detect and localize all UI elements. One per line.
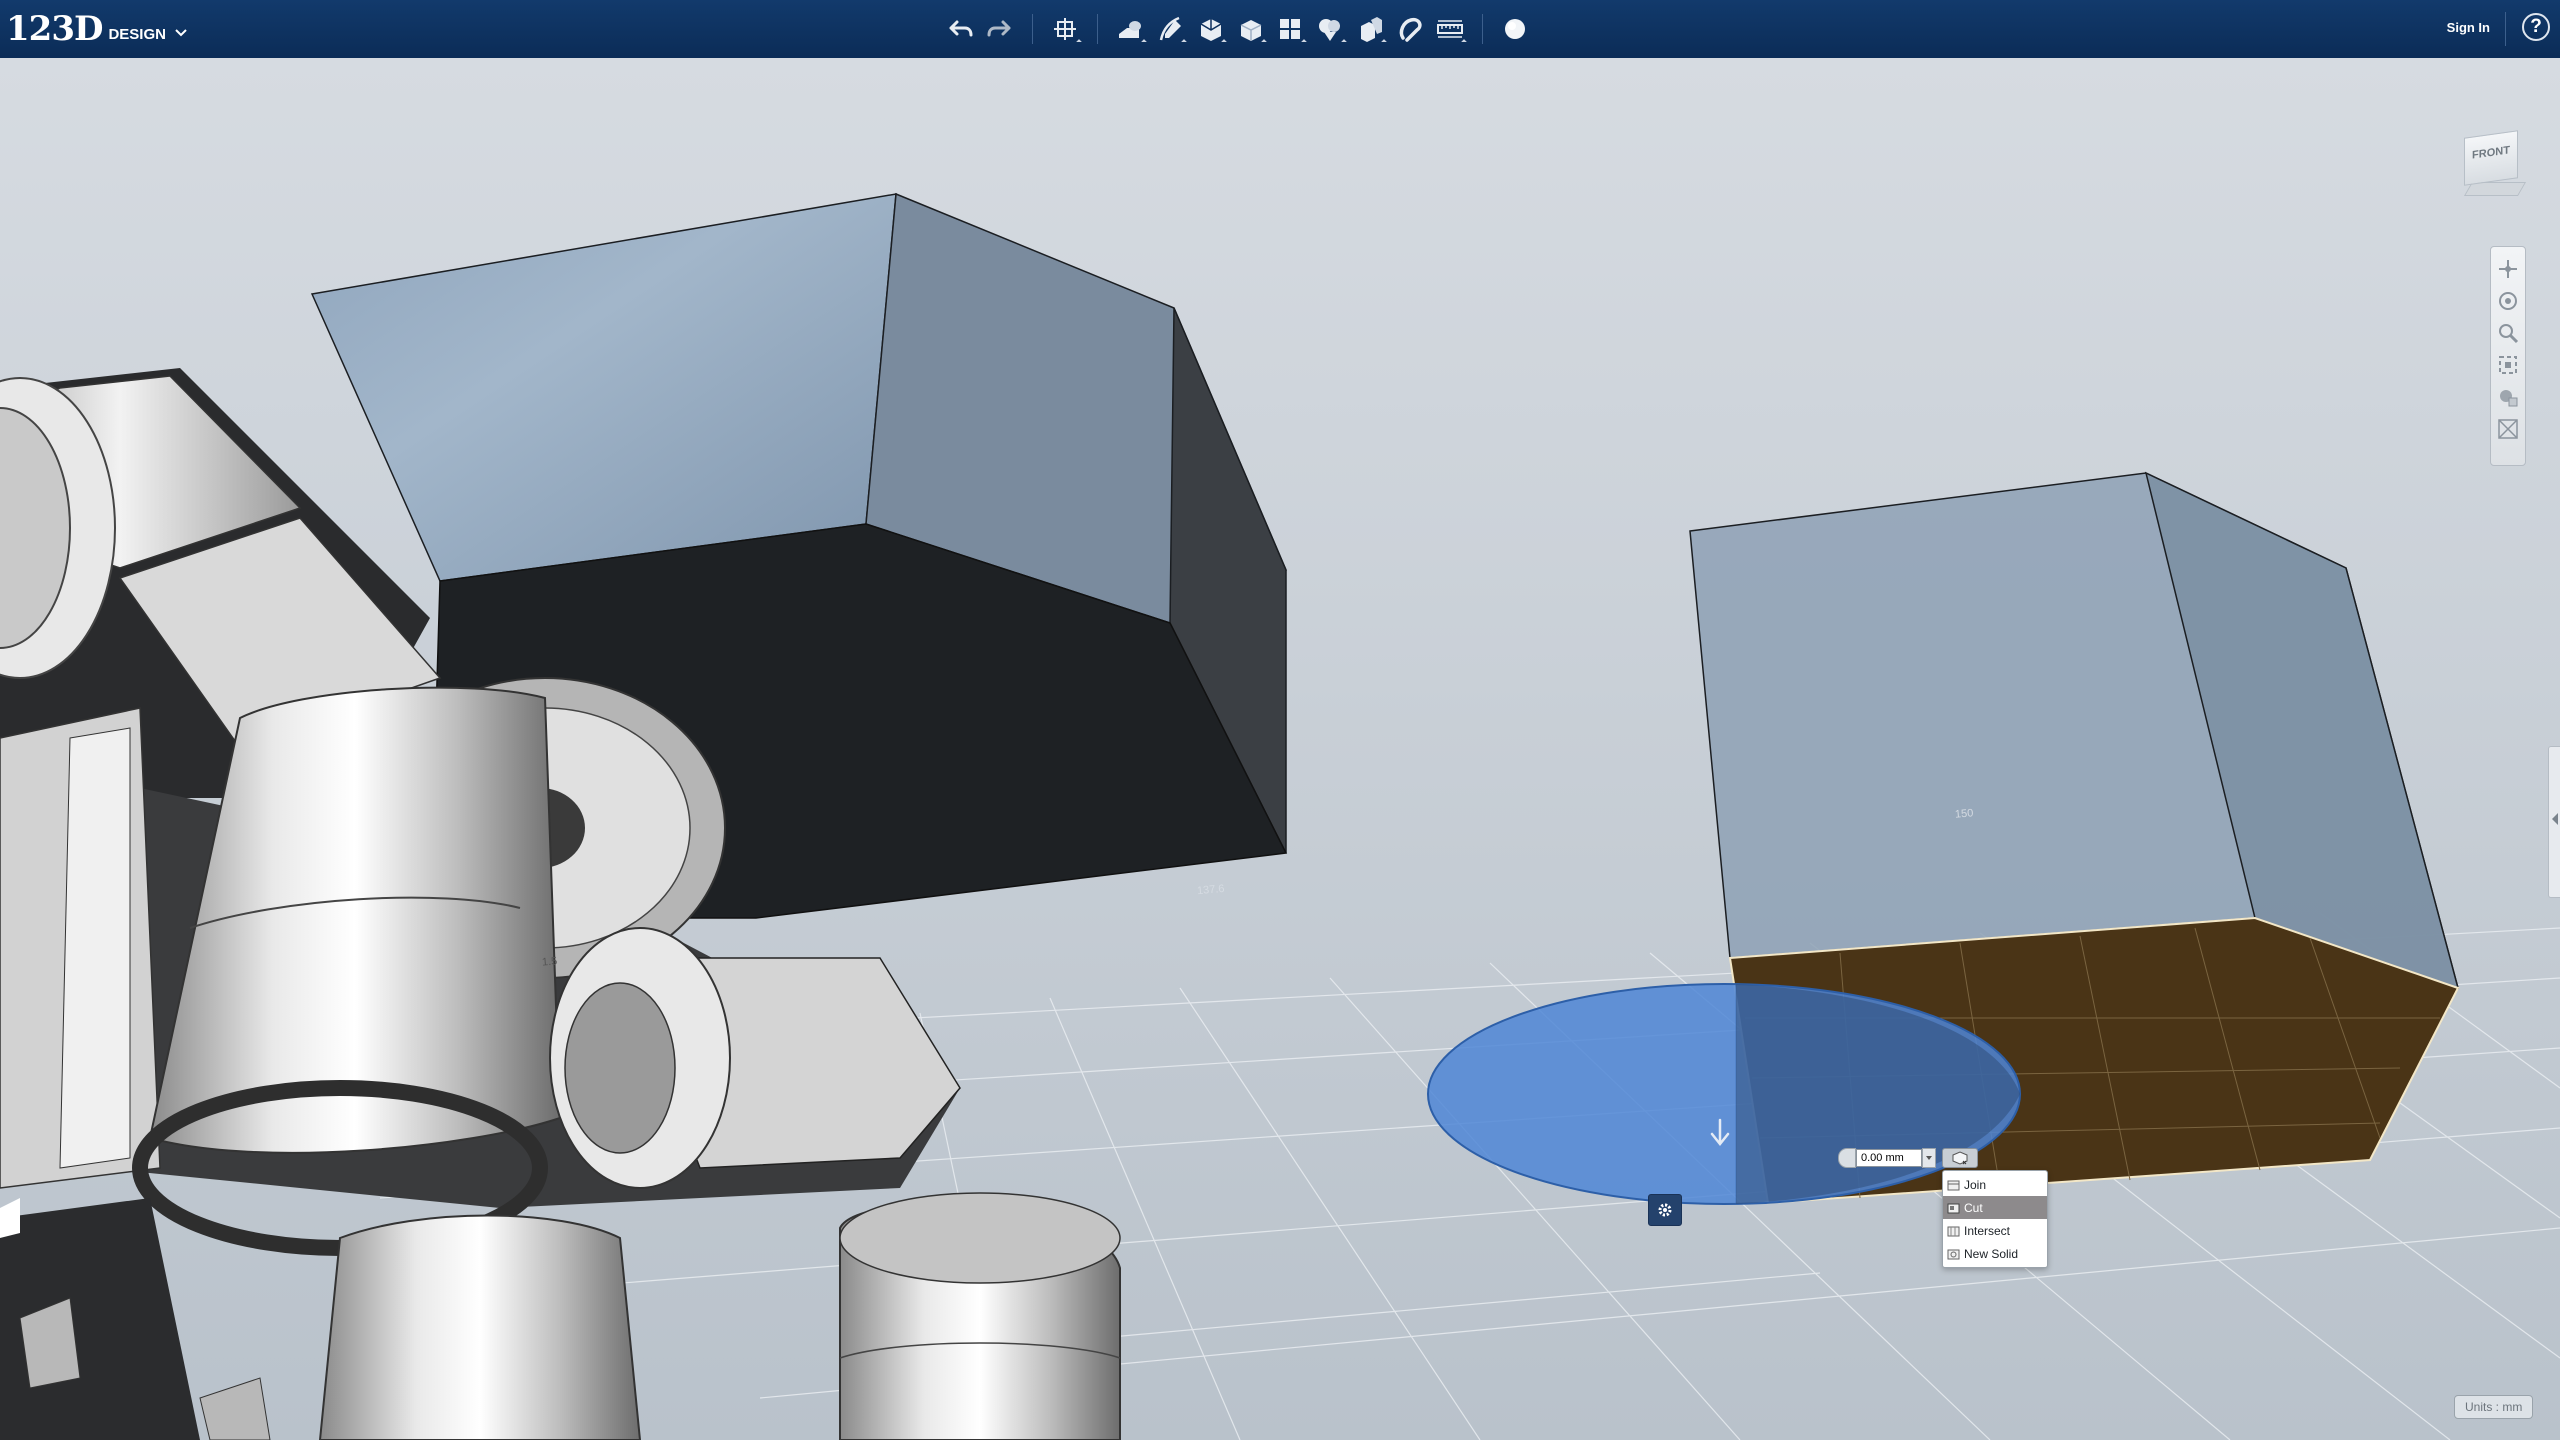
gear-icon	[1658, 1203, 1672, 1217]
dimension-label: 1.5	[541, 955, 558, 969]
side-panel-toggle[interactable]	[2548, 746, 2560, 898]
view-cube-label: FRONT	[2472, 144, 2510, 162]
zoom-button[interactable]	[2494, 317, 2522, 349]
grouping-button[interactable]	[1310, 10, 1350, 48]
distance-dropdown[interactable]	[1922, 1148, 1936, 1168]
menu-item-label: Join	[1964, 1177, 1987, 1192]
snap-icon	[1399, 17, 1422, 42]
visibility-icon	[2498, 419, 2518, 439]
operation-menu: Join Cut Intersect New Solid	[1942, 1170, 2048, 1268]
extrude-distance-widget	[1838, 1148, 1978, 1168]
primitives-icon	[1119, 21, 1141, 38]
join-icon	[1947, 1180, 1960, 1191]
view-icon	[2500, 390, 2518, 407]
primitives-button[interactable]	[1110, 10, 1150, 48]
toolbar-divider	[1482, 14, 1483, 44]
drag-handle[interactable]	[1838, 1148, 1856, 1168]
top-toolbar: 123D DESIGN Sign In ?	[0, 0, 2560, 59]
view-cube[interactable]: FRONT	[2458, 128, 2527, 200]
menu-item-join[interactable]: Join	[1943, 1173, 2047, 1196]
orbit-icon	[2499, 292, 2517, 310]
toolbar-divider	[1032, 14, 1033, 44]
material-button[interactable]	[1495, 10, 1535, 48]
transform-button[interactable]	[1045, 10, 1085, 48]
construct-icon	[1200, 19, 1222, 41]
settings-button[interactable]	[1648, 1194, 1682, 1226]
redo-button[interactable]	[980, 10, 1020, 48]
modify-button[interactable]	[1230, 10, 1270, 48]
view-button[interactable]	[2494, 381, 2522, 413]
redo-icon	[987, 20, 1011, 37]
grouping-icon	[1319, 19, 1340, 41]
distance-input[interactable]	[1856, 1149, 1922, 1167]
sketch-icon	[1159, 16, 1181, 41]
fit-button[interactable]	[2494, 349, 2522, 381]
transform-icon	[1054, 18, 1076, 40]
visibility-button[interactable]	[2494, 413, 2522, 445]
operation-mode-button[interactable]	[1942, 1148, 1978, 1168]
menu-item-label: New Solid	[1964, 1246, 2019, 1261]
measure-button[interactable]	[1430, 10, 1470, 48]
sketch-circle[interactable]	[1427, 983, 2021, 1205]
zoom-icon	[2499, 324, 2519, 344]
navigation-bar	[2490, 246, 2526, 466]
3d-viewport[interactable]: 137.6 150 1.5 Join Cut Intersect	[0, 58, 2560, 1440]
logo-number: 123D	[6, 9, 103, 49]
orbit-button[interactable]	[2494, 285, 2522, 317]
main-toolbar	[940, 10, 1535, 48]
construct-button[interactable]	[1190, 10, 1230, 48]
menu-item-label: Intersect	[1964, 1223, 2011, 1238]
cut-mode-icon	[1952, 1151, 1968, 1165]
menu-item-intersect[interactable]: Intersect	[1943, 1219, 2047, 1242]
pan-button[interactable]	[2494, 253, 2522, 285]
intersect-icon	[1947, 1226, 1960, 1237]
toolbar-divider	[1097, 14, 1098, 44]
combine-icon	[1361, 17, 1382, 42]
menu-item-new-solid[interactable]: New Solid	[1943, 1242, 2047, 1265]
sketch-button[interactable]	[1150, 10, 1190, 48]
fit-icon	[2499, 356, 2517, 374]
new-solid-icon	[1947, 1249, 1960, 1260]
view-cube-front-face[interactable]: FRONT	[2464, 130, 2518, 186]
logo-word: DESIGN	[108, 25, 166, 43]
material-icon	[1505, 19, 1525, 39]
toolbar-divider	[2505, 12, 2506, 46]
help-icon: ?	[2530, 16, 2542, 37]
modify-icon	[1240, 20, 1262, 41]
scene-canvas[interactable]	[0, 58, 2560, 1440]
dimension-label: 150	[1954, 807, 1974, 821]
menu-item-label: Cut	[1964, 1200, 1983, 1215]
help-button[interactable]: ?	[2522, 13, 2550, 41]
extrude-arrow-icon[interactable]	[1708, 1118, 1732, 1148]
chevron-down-icon	[175, 29, 187, 37]
cut-icon	[1947, 1203, 1960, 1214]
pan-icon	[2499, 260, 2517, 278]
measure-icon	[1437, 20, 1463, 38]
combine-button[interactable]	[1350, 10, 1390, 48]
dimension-label: 137.6	[1196, 882, 1226, 898]
undo-button[interactable]	[940, 10, 980, 48]
app-menu-button[interactable]: 123D DESIGN	[6, 6, 188, 52]
sign-in-link[interactable]: Sign In	[2447, 20, 2490, 35]
undo-icon	[949, 20, 973, 37]
pattern-button[interactable]	[1270, 10, 1310, 48]
snap-button[interactable]	[1390, 10, 1430, 48]
menu-item-cut[interactable]: Cut	[1943, 1196, 2047, 1219]
units-badge[interactable]: Units : mm	[2454, 1395, 2534, 1419]
pattern-icon	[1280, 19, 1300, 39]
